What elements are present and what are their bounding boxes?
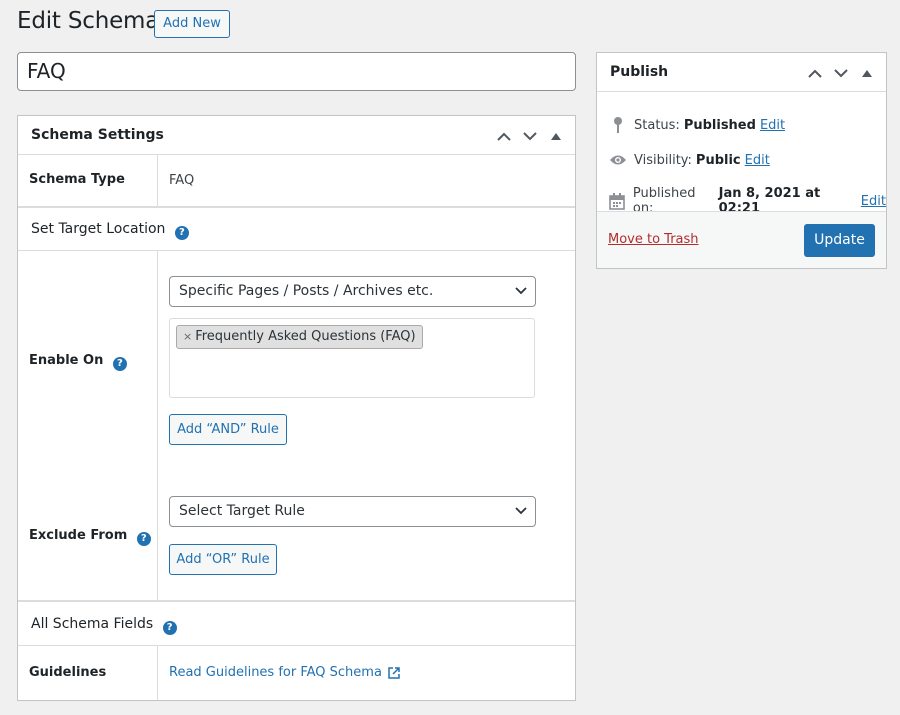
schema-settings-header: Schema Settings: [18, 116, 575, 155]
visibility-edit-link[interactable]: Edit: [745, 153, 770, 168]
token-remove-icon[interactable]: ×: [183, 330, 192, 343]
chevron-up-icon[interactable]: [493, 125, 515, 147]
update-button[interactable]: Update: [804, 224, 875, 257]
add-new-button[interactable]: Add New: [154, 10, 230, 38]
schema-type-row: Schema Type FAQ: [18, 155, 575, 207]
target-rules-block: Enable On ? Exclude From ? Specific Page…: [18, 251, 575, 601]
guidelines-row: Guidelines Read Guidelines for FAQ Schem…: [18, 646, 575, 700]
visibility-value: Public: [695, 152, 741, 168]
triangle-up-icon[interactable]: [545, 125, 567, 147]
help-icon[interactable]: ?: [162, 621, 177, 635]
move-to-trash-link[interactable]: Move to Trash: [608, 232, 699, 247]
triangle-up-icon[interactable]: [856, 62, 878, 84]
schema-type-value: FAQ: [169, 173, 195, 188]
publish-panel: Publish Status: Published Edit Visibilit…: [596, 52, 887, 269]
eye-icon: [609, 151, 627, 169]
status-edit-link[interactable]: Edit: [760, 118, 785, 133]
status-label: Status:: [634, 117, 680, 133]
help-icon[interactable]: ?: [136, 532, 151, 546]
status-line: Status: Published Edit: [609, 116, 785, 134]
help-icon[interactable]: ?: [112, 357, 127, 371]
external-link-icon[interactable]: [388, 666, 400, 679]
schema-type-label: Schema Type: [29, 172, 125, 187]
schema-settings-title: Schema Settings: [31, 127, 164, 143]
exclude-from-label: Exclude From: [29, 528, 128, 543]
enable-on-select-value: Specific Pages / Posts / Archives etc.: [179, 283, 434, 299]
pin-icon: [609, 116, 627, 134]
publish-header: Publish: [597, 53, 886, 92]
publish-title: Publish: [610, 64, 669, 80]
enable-on-label: Enable On: [29, 353, 104, 368]
chevron-down-icon[interactable]: [830, 62, 852, 84]
exclude-from-select[interactable]: Select Target Rule: [169, 496, 536, 527]
chevron-down-icon[interactable]: [519, 125, 541, 147]
published-on-edit-link[interactable]: Edit: [861, 194, 886, 209]
help-icon[interactable]: ?: [174, 226, 189, 240]
target-location-title: Set Target Location: [31, 221, 166, 237]
visibility-label: Visibility:: [634, 152, 692, 168]
chevron-down-icon: [515, 507, 527, 515]
calendar-icon: [609, 192, 626, 210]
chevron-down-icon: [515, 287, 527, 295]
exclude-select-value: Select Target Rule: [179, 503, 305, 519]
token-label: Frequently Asked Questions (FAQ): [195, 329, 416, 344]
all-fields-header: All Schema Fields ?: [18, 601, 575, 646]
status-value: Published: [683, 117, 756, 133]
guidelines-link[interactable]: Read Guidelines for FAQ Schema: [169, 665, 382, 680]
target-location-header: Set Target Location ?: [18, 207, 575, 251]
page-title: Edit Schema: [17, 8, 160, 34]
add-or-rule-button[interactable]: Add “OR” Rule: [169, 544, 277, 575]
add-and-rule-button[interactable]: Add “AND” Rule: [169, 414, 287, 445]
visibility-line: Visibility: Public Edit: [609, 151, 770, 169]
guidelines-label: Guidelines: [29, 665, 107, 680]
publish-actions: Move to Trash Update: [597, 211, 886, 268]
enable-on-select[interactable]: Specific Pages / Posts / Archives etc.: [169, 276, 536, 307]
all-fields-title: All Schema Fields: [31, 616, 154, 632]
schema-settings-panel: Schema Settings Schema Type FAQ Set Targ…: [17, 115, 576, 701]
chevron-up-icon[interactable]: [804, 62, 826, 84]
post-title-input[interactable]: FAQ: [17, 52, 576, 91]
selected-rule-token: × Frequently Asked Questions (FAQ): [176, 325, 423, 349]
enable-on-multiselect[interactable]: × Frequently Asked Questions (FAQ): [169, 318, 535, 398]
